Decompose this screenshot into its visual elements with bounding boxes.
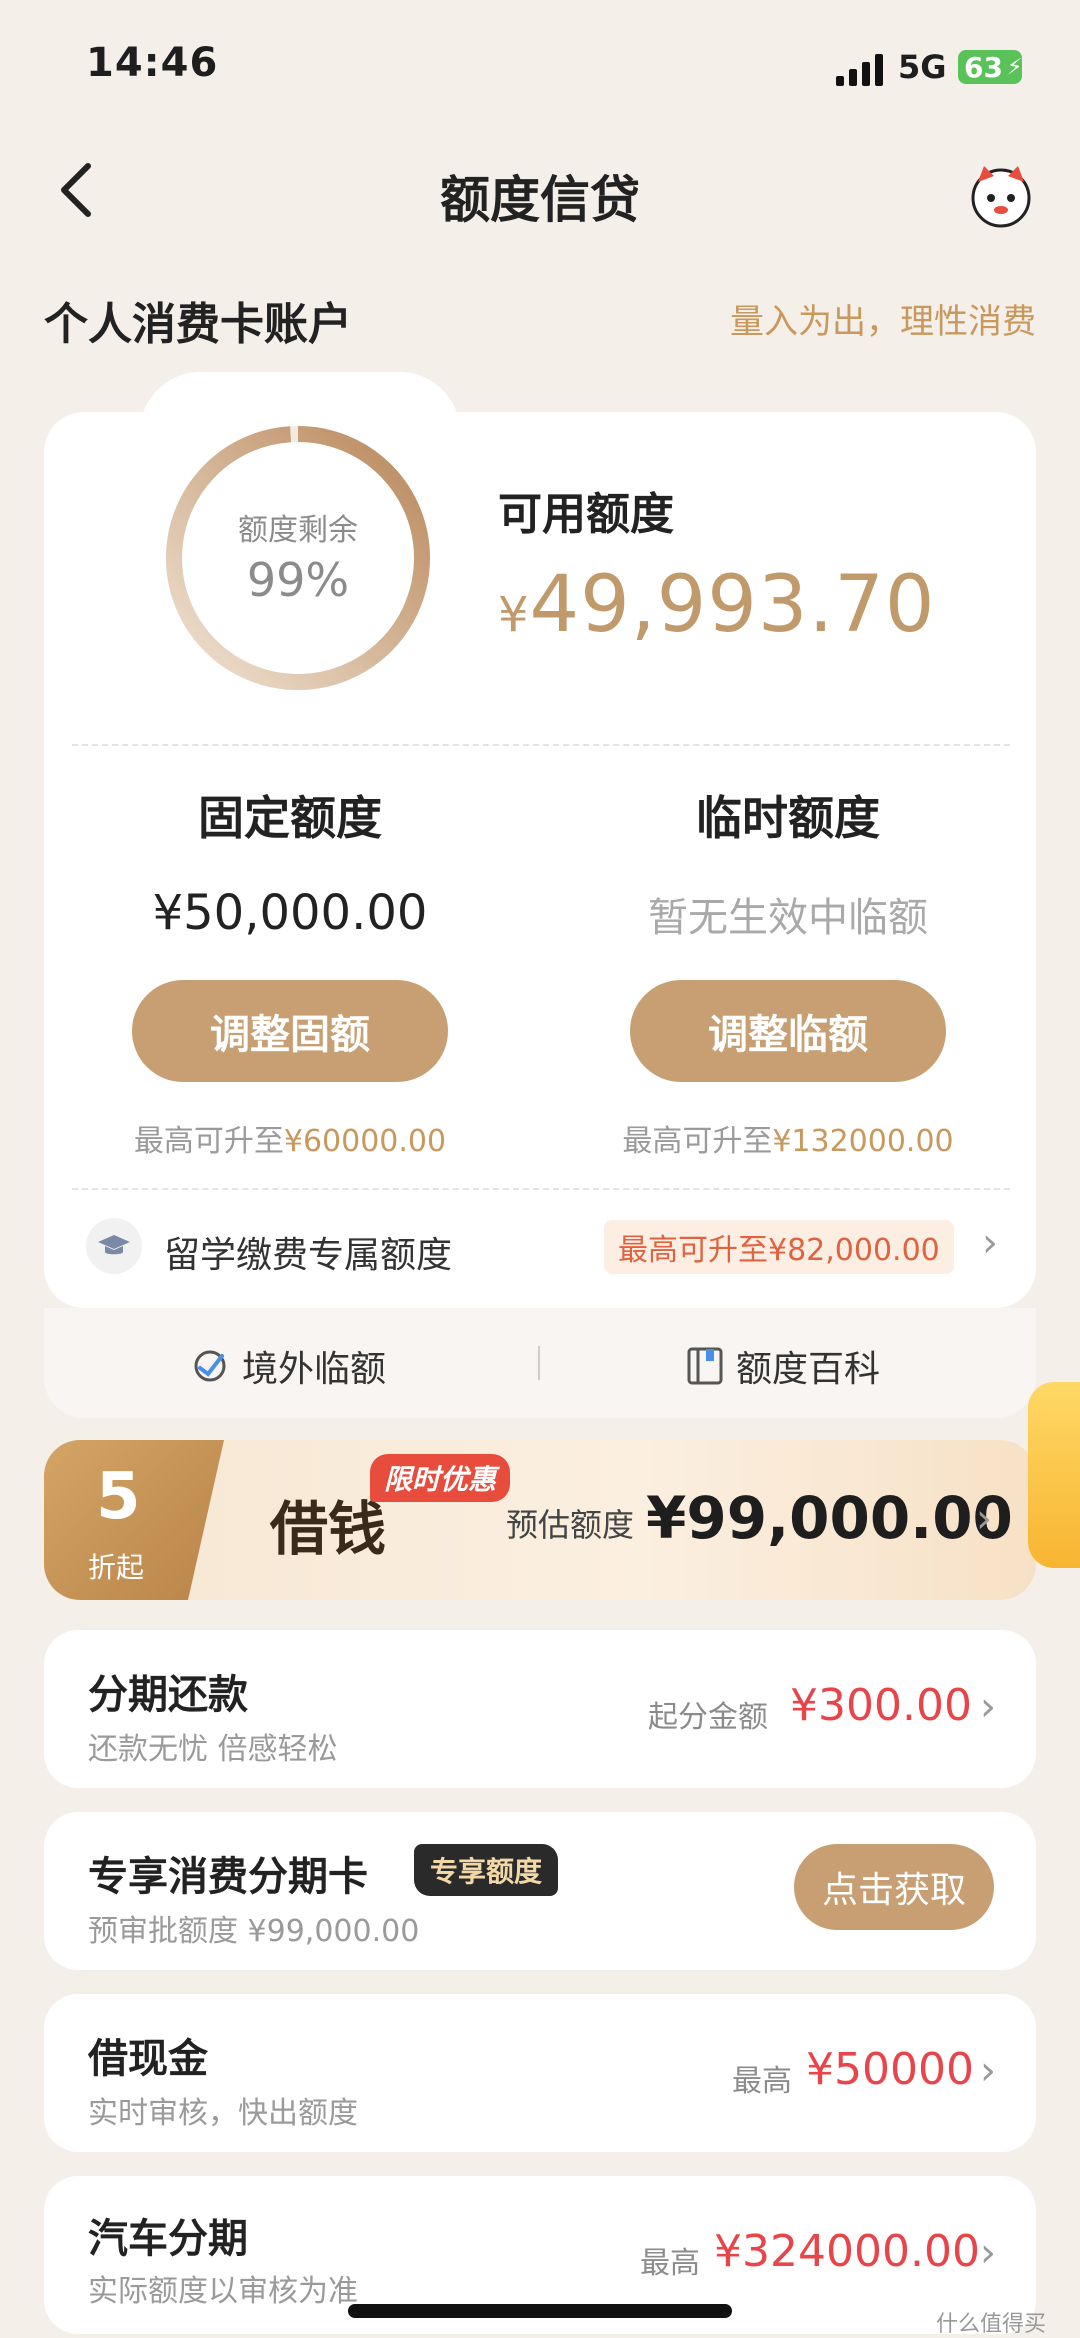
item-title: 专享消费分期卡 [88,1854,368,1900]
fixed-max-note: 最高可升至¥60000.00 [70,1116,510,1160]
account-title: 个人消费卡账户 [44,299,352,350]
item-right-value: ¥50000 [806,2044,974,2095]
exclusive-limit-tag: 专享额度 [414,1844,559,1896]
item-subtitle: 预审批额度 ¥99,000.00 [88,1914,420,1949]
divider [72,744,1010,746]
chevron-right-icon: › [976,1496,992,1542]
item-subtitle: 实时审核，快出额度 [88,2096,358,2131]
loan-title: 借钱 [270,1495,387,1563]
get-now-button[interactable]: 点击获取 [794,1844,994,1930]
temp-limit-title: 临时额度 [696,791,880,845]
temp-max-value: ¥132000.00 [772,1124,954,1159]
links-divider [538,1346,540,1380]
fixed-max-value: ¥60000.00 [283,1124,447,1159]
available-amount: ¥49,993.70 [498,560,936,650]
battery-level: 63 [964,50,1003,84]
item-title: 借现金 [88,2036,208,2082]
battery-indicator: 63 ⚡ [958,50,1022,84]
fixed-limit-title: 固定额度 [198,791,382,845]
item-right-value: ¥300.00 [790,1680,972,1731]
currency-symbol: ¥ [498,587,530,643]
chevron-right-icon: › [980,2230,996,2276]
credit-wiki-label: 额度百科 [736,1349,881,1390]
available-amount-value: 49,993.70 [529,560,936,650]
item-title: 分期还款 [88,1672,248,1718]
overseas-temp-link[interactable]: 境外临额 [190,1340,386,1392]
study-abroad-badge: 最高可升至¥82,000.00 [604,1220,954,1274]
temp-limit-status: 暂无生效中临额 [648,895,928,941]
adjust-temp-button[interactable]: 调整临额 [630,980,946,1082]
network-type: 5G [898,48,947,86]
fixed-max-prefix: 最高可升至 [133,1124,284,1159]
charging-icon: ⚡ [1006,54,1023,80]
book-icon [687,1347,723,1385]
watermark: 什么值得买 [936,2312,1047,2337]
item-right-label: 最高 [732,2064,792,2099]
fixed-limit-amount: ¥50,000.00 [152,885,428,941]
discount-number: 5 [96,1460,141,1534]
graduation-cap-icon [86,1218,142,1274]
overseas-globe-icon [194,1350,226,1382]
study-abroad-label: 留学缴费专属额度 [164,1235,453,1276]
chevron-right-icon: › [980,2048,996,2094]
estimate-amount: ¥99,000.00 [646,1484,1013,1552]
discount-suffix: 折起 [88,1551,145,1584]
credit-wiki-link[interactable]: 额度百科 [686,1340,880,1392]
overseas-temp-label: 境外临额 [242,1349,387,1390]
item-subtitle: 实际额度以审核为准 [88,2274,358,2309]
remaining-percent: 99% [246,553,350,607]
temp-max-note: 最高可升至¥132000.00 [568,1116,1008,1160]
item-title: 汽车分期 [88,2216,248,2262]
slogan-text: 量入为出，理性消费 [730,302,1036,342]
item-subtitle: 还款无忧 倍感轻松 [88,1732,338,1767]
page-title: 额度信贷 [440,171,640,229]
item-right-label: 起分金额 [648,1700,768,1735]
graduation-cap-glyph [98,1235,130,1255]
available-label: 可用额度 [498,489,674,540]
limited-offer-tag: 限时优惠 [370,1454,511,1502]
home-indicator[interactable] [348,2304,732,2318]
remaining-label: 额度剩余 [238,513,358,548]
adjust-fixed-button[interactable]: 调整固额 [132,980,448,1082]
chevron-right-icon: › [982,1220,998,1266]
status-time: 14:46 [86,40,219,86]
item-right-value: ¥324000.00 [714,2226,980,2277]
item-right-label: 最高 [640,2246,700,2281]
estimate-label: 预估额度 [506,1506,635,1544]
mascot-avatar-icon[interactable] [966,160,1036,230]
signal-icon [836,54,883,86]
floating-promo-tab[interactable] [1028,1382,1080,1568]
chevron-right-icon: › [980,1684,996,1730]
temp-max-prefix: 最高可升至 [622,1124,773,1159]
